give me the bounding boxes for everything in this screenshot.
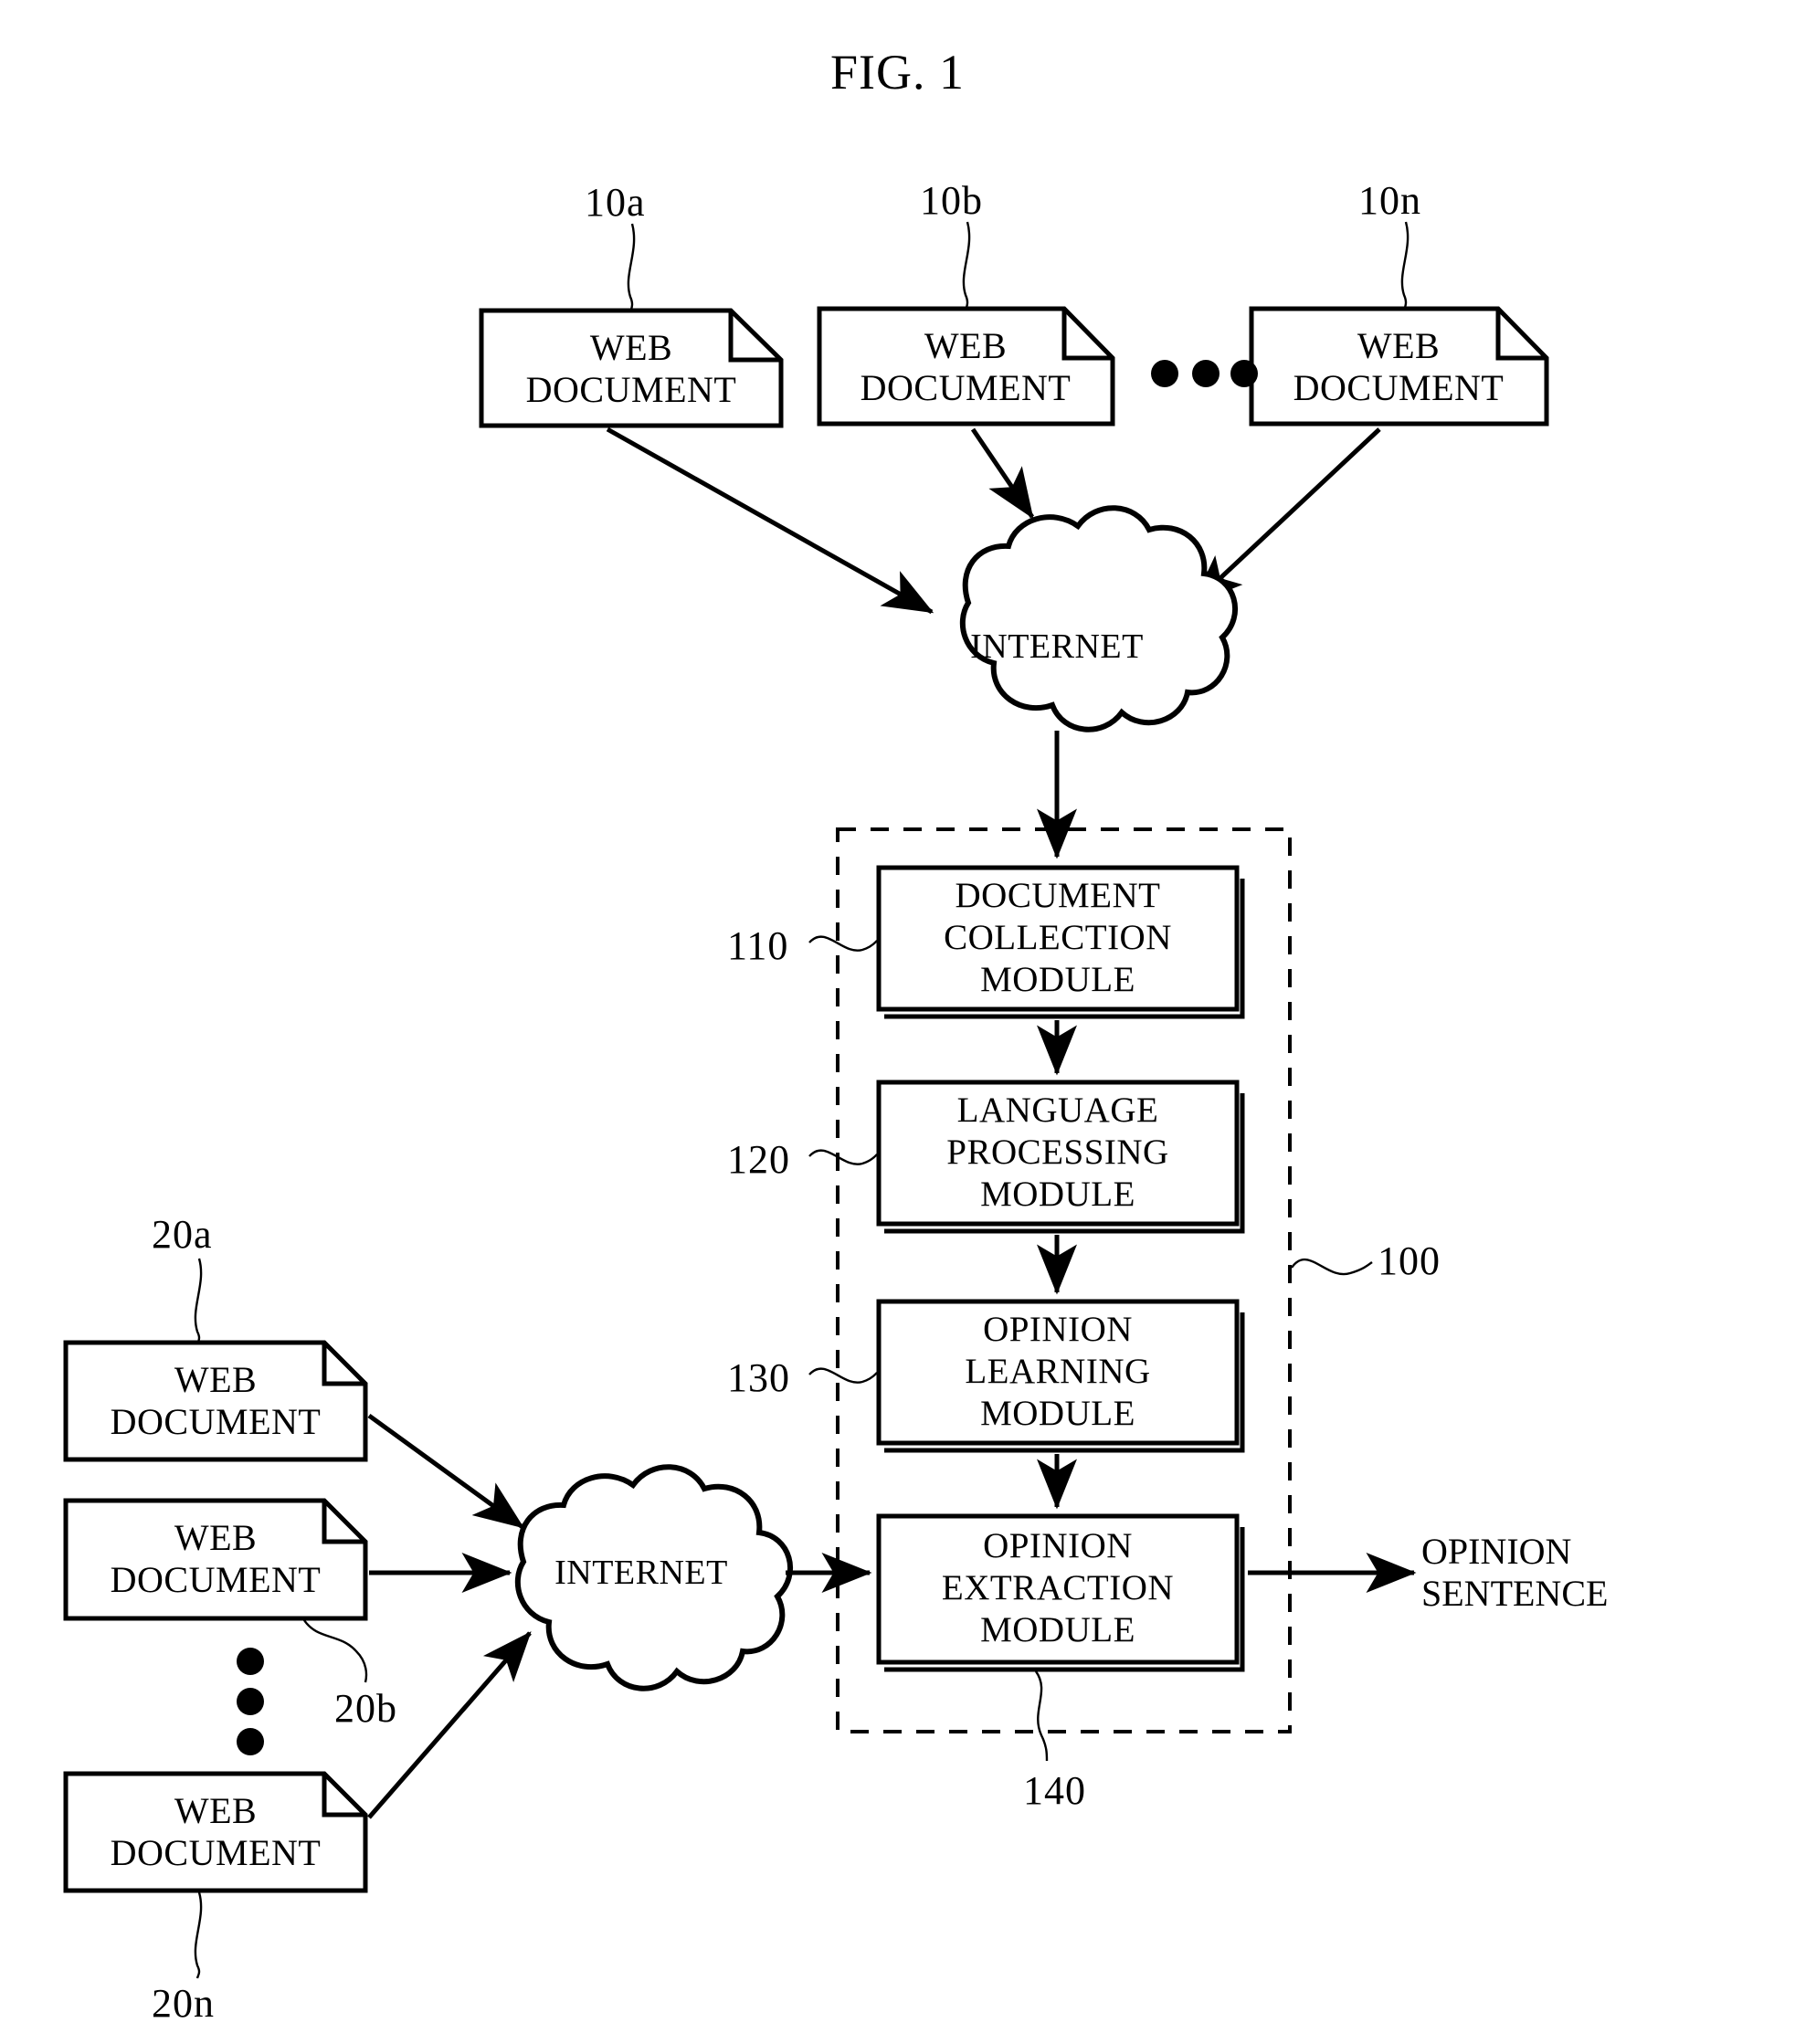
leader-10b <box>962 221 971 311</box>
module-label-opinion-learning: OPINION LEARNING MODULE <box>965 1310 1151 1433</box>
leader-10n <box>1400 221 1410 311</box>
diagram-vector-layer <box>63 221 1549 1979</box>
horizontal-ellipsis-dots <box>1151 360 1258 387</box>
leader-120 <box>808 1149 878 1165</box>
reference-label-120: 120 <box>727 1137 790 1182</box>
figure-canvas: FIG. 1 WEB DOCUMENT WEB DOCUMENT WEB DOC… <box>0 0 1795 2044</box>
vertical-ellipsis-dots <box>237 1648 264 1755</box>
leader-110 <box>808 935 878 952</box>
internet-cloud-label-top: INTERNET <box>970 627 1144 666</box>
reference-label-20a: 20a <box>152 1212 213 1257</box>
module-label-document-collection: DOCUMENT COLLECTION MODULE <box>944 876 1172 999</box>
web-document-label-10a: WEB DOCUMENT <box>525 327 737 410</box>
web-document-label-10b: WEB DOCUMENT <box>860 325 1072 408</box>
leader-100 <box>1291 1258 1373 1276</box>
reference-label-10a: 10a <box>585 180 646 225</box>
arrow-10a-to-internet <box>606 427 934 615</box>
reference-label-110: 110 <box>727 923 789 968</box>
module-label-opinion-extraction: OPINION EXTRACTION MODULE <box>941 1526 1175 1649</box>
reference-label-10b: 10b <box>920 178 983 223</box>
reference-label-100: 100 <box>1378 1238 1441 1283</box>
leader-140 <box>1035 1670 1049 1762</box>
web-document-label-10n: WEB DOCUMENT <box>1293 325 1505 408</box>
reference-label-10n: 10n <box>1358 178 1421 223</box>
leader-20b <box>303 1619 368 1683</box>
leader-10a <box>627 223 636 313</box>
web-document-label-20b: WEB DOCUMENT <box>110 1517 322 1600</box>
reference-label-20b: 20b <box>334 1686 397 1731</box>
page-title: FIG. 1 <box>829 45 965 100</box>
module-label-language-processing: LANGUAGE PROCESSING MODULE <box>946 1090 1169 1214</box>
reference-label-130: 130 <box>727 1355 790 1400</box>
reference-label-140: 140 <box>1023 1768 1086 1813</box>
leader-130 <box>808 1367 878 1384</box>
opinion-sentence-output-label: OPINION SENTENCE <box>1421 1531 1609 1614</box>
web-document-label-20n: WEB DOCUMENT <box>110 1790 322 1873</box>
arrow-10n-to-internet <box>1192 427 1381 605</box>
leader-20a <box>194 1258 203 1345</box>
internet-cloud-top <box>959 505 1239 732</box>
web-document-label-20a: WEB DOCUMENT <box>110 1359 322 1442</box>
leader-20n <box>194 1891 203 1979</box>
reference-label-20n: 20n <box>152 1981 215 2026</box>
arrow-20a-to-internet <box>367 1413 525 1530</box>
arrow-10b-to-internet <box>970 427 1035 520</box>
internet-cloud-label-bottom: INTERNET <box>554 1554 728 1592</box>
